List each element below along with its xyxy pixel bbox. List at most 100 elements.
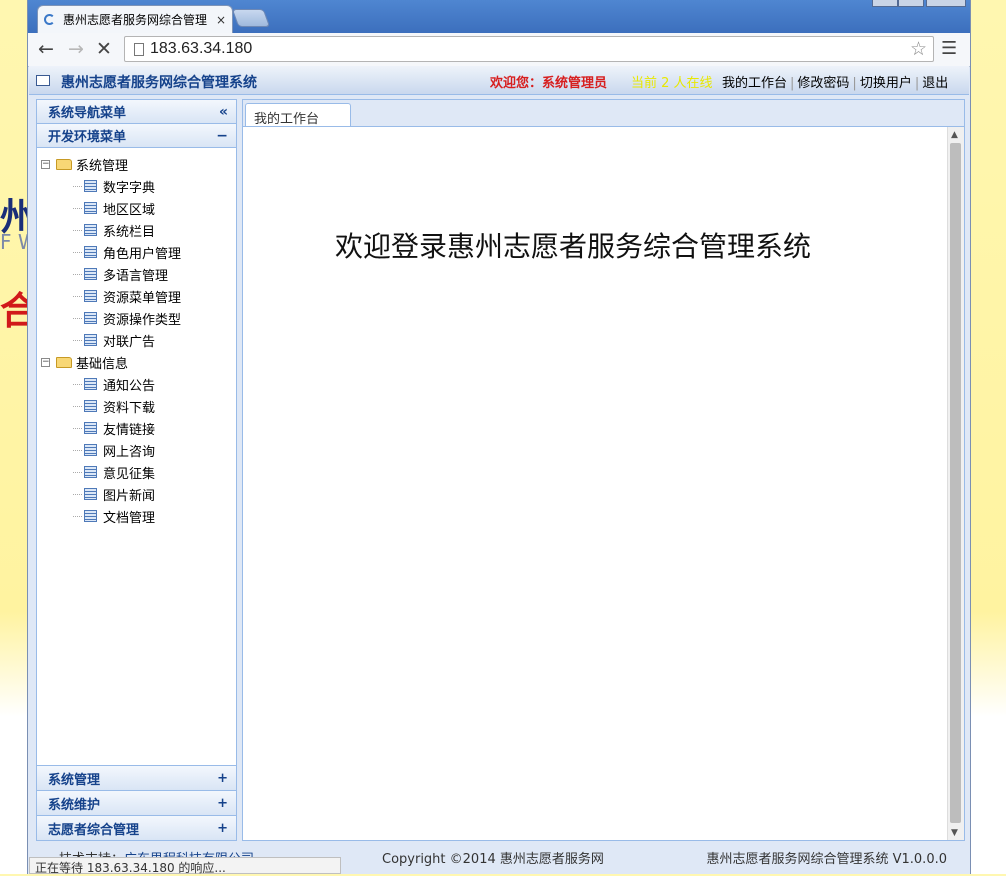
tree-item-label: 角色用户管理: [103, 246, 182, 262]
document-icon: [84, 422, 97, 434]
tree-item-label: 系统栏目: [103, 224, 156, 240]
tree-item[interactable]: 系统栏目: [37, 219, 236, 241]
tree-item[interactable]: 网上咨询: [37, 439, 236, 461]
version-text: 惠州志愿者服务网综合管理系统 V1.0.0.0: [706, 852, 947, 867]
tree-item[interactable]: 数字字典: [37, 175, 236, 197]
tree-collapse-icon[interactable]: −: [41, 159, 50, 169]
nav-panel-title: 系统导航菜单: [48, 106, 127, 121]
tree-item-label: 多语言管理: [103, 268, 169, 284]
tree-item[interactable]: 资料下载: [37, 395, 236, 417]
tree-folder-label: 系统管理: [76, 158, 129, 174]
tree-folder-system[interactable]: − 系统管理: [37, 153, 236, 175]
copyright-text: Copyright ©2014 惠州志愿者服务网: [382, 852, 604, 867]
expand-plus-icon[interactable]: +: [217, 821, 228, 836]
address-text[interactable]: 183.63.34.180: [150, 40, 910, 58]
change-password-link[interactable]: 修改密码: [797, 76, 849, 91]
tree-item[interactable]: 对联广告: [37, 329, 236, 351]
tree-item-label: 文档管理: [103, 510, 156, 526]
address-bar[interactable]: 183.63.34.180 ☆: [124, 36, 934, 62]
tree-item-label: 通知公告: [103, 378, 156, 394]
tree-item[interactable]: 资源菜单管理: [37, 285, 236, 307]
tab-close-icon[interactable]: ×: [216, 13, 226, 27]
accordion-system-management[interactable]: 系统管理 +: [37, 765, 236, 790]
navigation-panel: 系统导航菜单 « 开发环境菜单 − − 系统管理 数字字典 地区区域 系统栏目 …: [36, 99, 237, 841]
back-arrow-icon[interactable]: ←: [38, 38, 54, 60]
accordion-label: 系统管理: [48, 772, 101, 788]
dev-menu-title: 开发环境菜单: [48, 130, 127, 145]
window-maximize-button[interactable]: [898, 0, 924, 7]
dev-menu-header[interactable]: 开发环境菜单 −: [37, 124, 236, 148]
tree-item-label: 友情链接: [103, 422, 156, 438]
document-icon: [84, 510, 97, 522]
welcome-heading: 欢迎登录惠州志愿者服务综合管理系统: [335, 230, 812, 263]
app-header: 惠州志愿者服务网综合管理系统 欢迎您：系统管理员 当前 2 人在线 我的工作台 |…: [29, 66, 969, 95]
expand-plus-icon[interactable]: +: [217, 771, 228, 786]
online-count-text: 当前 2 人在线: [631, 76, 713, 91]
scroll-down-arrow-icon[interactable]: ▼: [951, 828, 958, 838]
tree-item[interactable]: 图片新闻: [37, 483, 236, 505]
expand-plus-icon[interactable]: +: [217, 796, 228, 811]
document-icon: [84, 444, 97, 456]
tab-my-workbench[interactable]: 我的工作台: [245, 103, 351, 127]
window-minimize-button[interactable]: [872, 0, 898, 7]
document-icon: [84, 202, 97, 214]
page-icon: [134, 42, 144, 56]
browser-tab[interactable]: 惠州志愿者服务网综合管理 ×: [37, 5, 233, 33]
document-icon: [84, 488, 97, 500]
tree-item[interactable]: 友情链接: [37, 417, 236, 439]
tree-item[interactable]: 角色用户管理: [37, 241, 236, 263]
folder-open-icon: [56, 158, 72, 170]
browser-window: 惠州志愿者服务网综合管理 × ← → ✕ 183.63.34.180 ☆ ☰ 惠…: [27, 0, 971, 875]
tree-item[interactable]: 文档管理: [37, 505, 236, 527]
tree-collapse-icon[interactable]: −: [41, 357, 50, 367]
tree-item[interactable]: 通知公告: [37, 373, 236, 395]
document-icon: [84, 400, 97, 412]
document-icon: [84, 290, 97, 302]
logout-link[interactable]: 退出: [922, 76, 948, 91]
collapse-section-icon[interactable]: −: [216, 128, 228, 144]
folder-open-icon: [56, 356, 72, 368]
forward-arrow-icon[interactable]: →: [68, 38, 84, 60]
stop-loading-icon[interactable]: ✕: [96, 38, 112, 60]
app-title: 惠州志愿者服务网综合管理系统: [61, 75, 257, 91]
tree-item-label: 图片新闻: [103, 488, 156, 504]
tree-item[interactable]: 地区区域: [37, 197, 236, 219]
browser-menu-icon[interactable]: ☰: [941, 39, 957, 59]
document-icon: [84, 180, 97, 192]
tree-item-label: 资源操作类型: [103, 312, 182, 328]
accordion-system-maintenance[interactable]: 系统维护 +: [37, 790, 236, 815]
tree-item[interactable]: 多语言管理: [37, 263, 236, 285]
vertical-scrollbar[interactable]: ▲ ▼: [947, 127, 964, 840]
main-panel: 我的工作台 欢迎登录惠州志愿者服务综合管理系统 ▲ ▼: [242, 99, 965, 841]
switch-user-link[interactable]: 切换用户: [860, 76, 912, 91]
browser-status-bar: 正在等待 183.63.34.180 的响应...: [29, 857, 341, 875]
tree-item[interactable]: 意见征集: [37, 461, 236, 483]
scroll-up-arrow-icon[interactable]: ▲: [951, 130, 958, 140]
tree-folder-label: 基础信息: [76, 356, 129, 372]
welcome-user-text: 欢迎您：系统管理员: [490, 76, 608, 91]
browser-tab-title: 惠州志愿者服务网综合管理: [63, 13, 208, 27]
accordion-label: 系统维护: [48, 797, 101, 813]
document-icon: [84, 378, 97, 390]
new-tab-button[interactable]: [231, 9, 271, 27]
main-tab-strip: 我的工作台: [243, 100, 964, 127]
tree-item-label: 数字字典: [103, 180, 156, 196]
tree-folder-basic-info[interactable]: − 基础信息: [37, 351, 236, 373]
loading-spinner-icon: [44, 14, 55, 25]
window-close-button[interactable]: [926, 0, 966, 7]
accordion-collapsed-sections: 系统管理 + 系统维护 + 志愿者综合管理 +: [37, 765, 236, 840]
accordion-volunteer-management[interactable]: 志愿者综合管理 +: [37, 815, 236, 840]
bookmark-star-icon[interactable]: ☆: [910, 38, 927, 60]
browser-tabstrip: 惠州志愿者服务网综合管理 ×: [28, 0, 970, 33]
tree-item-label: 资料下载: [103, 400, 156, 416]
tree-item[interactable]: 资源操作类型: [37, 307, 236, 329]
document-icon: [84, 334, 97, 346]
scroll-thumb[interactable]: [950, 143, 961, 823]
tree-item-label: 地区区域: [103, 202, 156, 218]
tree-item-label: 意见征集: [103, 466, 156, 482]
document-icon: [84, 246, 97, 258]
collapse-panel-icon[interactable]: «: [219, 104, 228, 120]
tree-item-label: 网上咨询: [103, 444, 156, 460]
my-workbench-link[interactable]: 我的工作台: [722, 76, 787, 91]
menu-tree: − 系统管理 数字字典 地区区域 系统栏目 角色用户管理 多语言管理 资源菜单管…: [37, 148, 236, 527]
